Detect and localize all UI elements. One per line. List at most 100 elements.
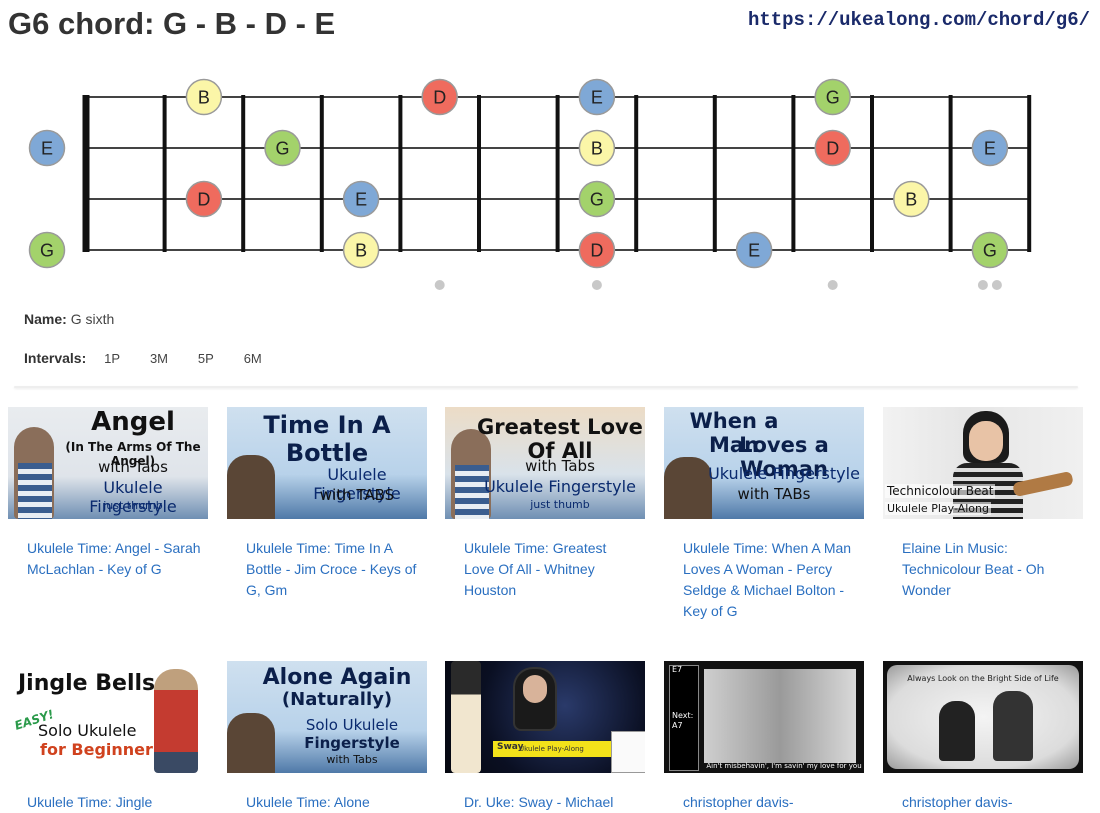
interval-item: 1P [104, 351, 121, 366]
note-label: G [40, 241, 54, 261]
video-caption[interactable]: Elaine Lin Music: Technicolour Beat - Oh… [883, 538, 1083, 601]
page-url[interactable]: https://ukealong.com/chord/g6/ [748, 9, 1090, 31]
video-thumbnail[interactable]: Technicolour Beat Ukulele Play-Along [883, 407, 1083, 519]
thumb-text: Ukulele Play-Along [519, 745, 584, 753]
thumb-text: with TABs [737, 485, 811, 503]
thumb-text: Ain't misbehavin', I'm savin' my love fo… [706, 762, 862, 770]
video-link[interactable]: Dr. Uke: Sway - Michael [464, 794, 613, 810]
note-label: D [433, 88, 446, 108]
thumb-text: Technicolour Beat [885, 484, 996, 498]
fret-marker-dot [991, 280, 1002, 290]
note-label: G [275, 139, 289, 159]
note-label: G [826, 88, 840, 108]
note-label: B [905, 190, 917, 210]
video-thumbnail[interactable]: Alone Again (Naturally) Solo Ukulele Fin… [227, 661, 427, 773]
thumb-text: with Tabs [98, 458, 168, 476]
fret-marker-dot [827, 280, 838, 290]
note-label: G [590, 190, 604, 210]
note-label: B [355, 241, 367, 261]
thumb-text: Time In A Bottle [263, 411, 391, 467]
video-link[interactable]: Ukulele Time: Alone [246, 794, 370, 810]
chord-name-value: G sixth [70, 311, 115, 327]
section-divider [14, 386, 1078, 388]
video-link[interactable]: Elaine Lin Music: Technicolour Beat - Oh… [902, 540, 1044, 598]
video-card[interactable]: Alone Again (Naturally) Solo Ukulele Fin… [227, 661, 427, 813]
note-label: D [197, 190, 210, 210]
video-caption[interactable]: Ukulele Time: When A Man Loves A Woman -… [664, 538, 864, 622]
video-link[interactable]: Ukulele Time: Angel - Sarah McLachlan - … [27, 540, 201, 577]
video-card[interactable]: Always Look on the Bright Side of Life c… [883, 661, 1083, 813]
video-caption[interactable]: Ukulele Time: Time In A Bottle - Jim Cro… [227, 538, 427, 601]
video-card[interactable]: Jingle Bells EASY! Solo Ukulele for Begi… [8, 661, 208, 813]
note-label: B [591, 139, 603, 159]
video-thumbnail[interactable]: E7 Next: A7 Ain't misbehavin', I'm savin… [664, 661, 864, 773]
thumb-text: Ukulele Fingerstyle [708, 464, 860, 483]
thumb-text: Jingle Bells [18, 671, 156, 696]
thumb-text: Fingerstyle [304, 734, 400, 752]
note-label: E [984, 139, 996, 159]
thumb-text: Ukulele Play-Along [885, 502, 991, 515]
video-card[interactable]: Greatest Love Of All with Tabs Ukulele F… [445, 407, 645, 601]
video-card[interactable]: Time In A Bottle Ukulele Fingerstyle wit… [227, 407, 427, 601]
fretboard-diagram: B D E G E G B D E D E G B G B D E G [28, 78, 1032, 290]
fret-marker-dot [434, 280, 445, 290]
video-thumbnail[interactable]: When a Man Loves a Woman Ukulele Fingers… [664, 407, 864, 519]
video-link[interactable]: Ukulele Time: When A Man Loves A Woman -… [683, 540, 851, 619]
note-label: E [355, 190, 367, 210]
video-caption[interactable]: christopher davis- [883, 792, 1083, 813]
video-card[interactable]: When a Man Loves a Woman Ukulele Fingers… [664, 407, 864, 622]
video-link[interactable]: christopher davis- [902, 794, 1013, 810]
video-caption[interactable]: christopher davis- [664, 792, 864, 813]
fret-marker-dot [977, 280, 988, 290]
note-label: E [591, 88, 603, 108]
note-label: E [41, 139, 53, 159]
thumb-text: Solo Ukulele [38, 721, 137, 740]
interval-item: 5P [197, 351, 214, 366]
thumb-text: with TABS [319, 486, 395, 504]
thumb-text: with Tabs [525, 457, 595, 475]
note-label: D [590, 241, 603, 261]
video-card[interactable]: Angel (In The Arms Of The Angel) with Ta… [8, 407, 208, 580]
video-card[interactable]: E7 Next: A7 Ain't misbehavin', I'm savin… [664, 661, 864, 813]
thumb-text: A7 [672, 721, 683, 730]
thumb-text: Greatest Love Of All [477, 415, 643, 463]
note-label: B [198, 88, 210, 108]
note-label: E [748, 241, 760, 261]
note-label: G [983, 241, 997, 261]
video-thumbnail[interactable]: Angel (In The Arms Of The Angel) with Ta… [8, 407, 208, 519]
video-link[interactable]: Ukulele Time: Time In A Bottle - Jim Cro… [246, 540, 416, 598]
video-thumbnail[interactable]: Greatest Love Of All with Tabs Ukulele F… [445, 407, 645, 519]
video-caption[interactable]: Ukulele Time: Greatest Love Of All - Whi… [445, 538, 645, 601]
video-thumbnail[interactable]: Always Look on the Bright Side of Life [883, 661, 1083, 773]
thumb-text: Alone Again [262, 665, 412, 690]
video-thumbnail[interactable]: Jingle Bells EASY! Solo Ukulele for Begi… [8, 661, 208, 773]
video-card[interactable]: Technicolour Beat Ukulele Play-Along Ela… [883, 407, 1083, 601]
thumb-text: Angel [91, 407, 175, 437]
thumb-text: E7 [672, 665, 683, 674]
chord-name-row: Name: G sixth [24, 311, 114, 327]
thumb-text: Always Look on the Bright Side of Life [907, 674, 1059, 683]
video-thumbnail[interactable]: Time In A Bottle Ukulele Fingerstyle wit… [227, 407, 427, 519]
video-card[interactable]: Sway Ukulele Play-Along Dr. Uke: Sway - … [445, 661, 645, 813]
video-link[interactable]: christopher davis- [683, 794, 794, 810]
video-link[interactable]: Ukulele Time: Jingle [27, 794, 152, 810]
intervals-label: Intervals: [24, 350, 87, 366]
thumb-text: just thumb [103, 499, 163, 512]
chord-intervals-row: Intervals: 1P 3M 5P 6M [24, 350, 262, 366]
fret-marker-dot [591, 280, 602, 290]
note-label: D [826, 139, 839, 159]
video-caption[interactable]: Ukulele Time: Angel - Sarah McLachlan - … [8, 538, 208, 580]
interval-item: 6M [243, 351, 262, 366]
thumb-text: Next: [672, 711, 694, 720]
video-caption[interactable]: Ukulele Time: Jingle [8, 792, 208, 813]
video-caption[interactable]: Dr. Uke: Sway - Michael [445, 792, 645, 813]
thumb-text: Ukulele Fingerstyle [484, 477, 636, 496]
thumb-text: just thumb [530, 498, 590, 511]
chord-name-label: Name: [24, 311, 67, 327]
video-link[interactable]: Ukulele Time: Greatest Love Of All - Whi… [464, 540, 606, 598]
interval-item: 3M [149, 351, 168, 366]
video-caption[interactable]: Ukulele Time: Alone [227, 792, 427, 813]
video-thumbnail[interactable]: Sway Ukulele Play-Along [445, 661, 645, 773]
thumb-text: for Beginner [40, 740, 153, 759]
thumb-text: Solo Ukulele [305, 716, 399, 734]
